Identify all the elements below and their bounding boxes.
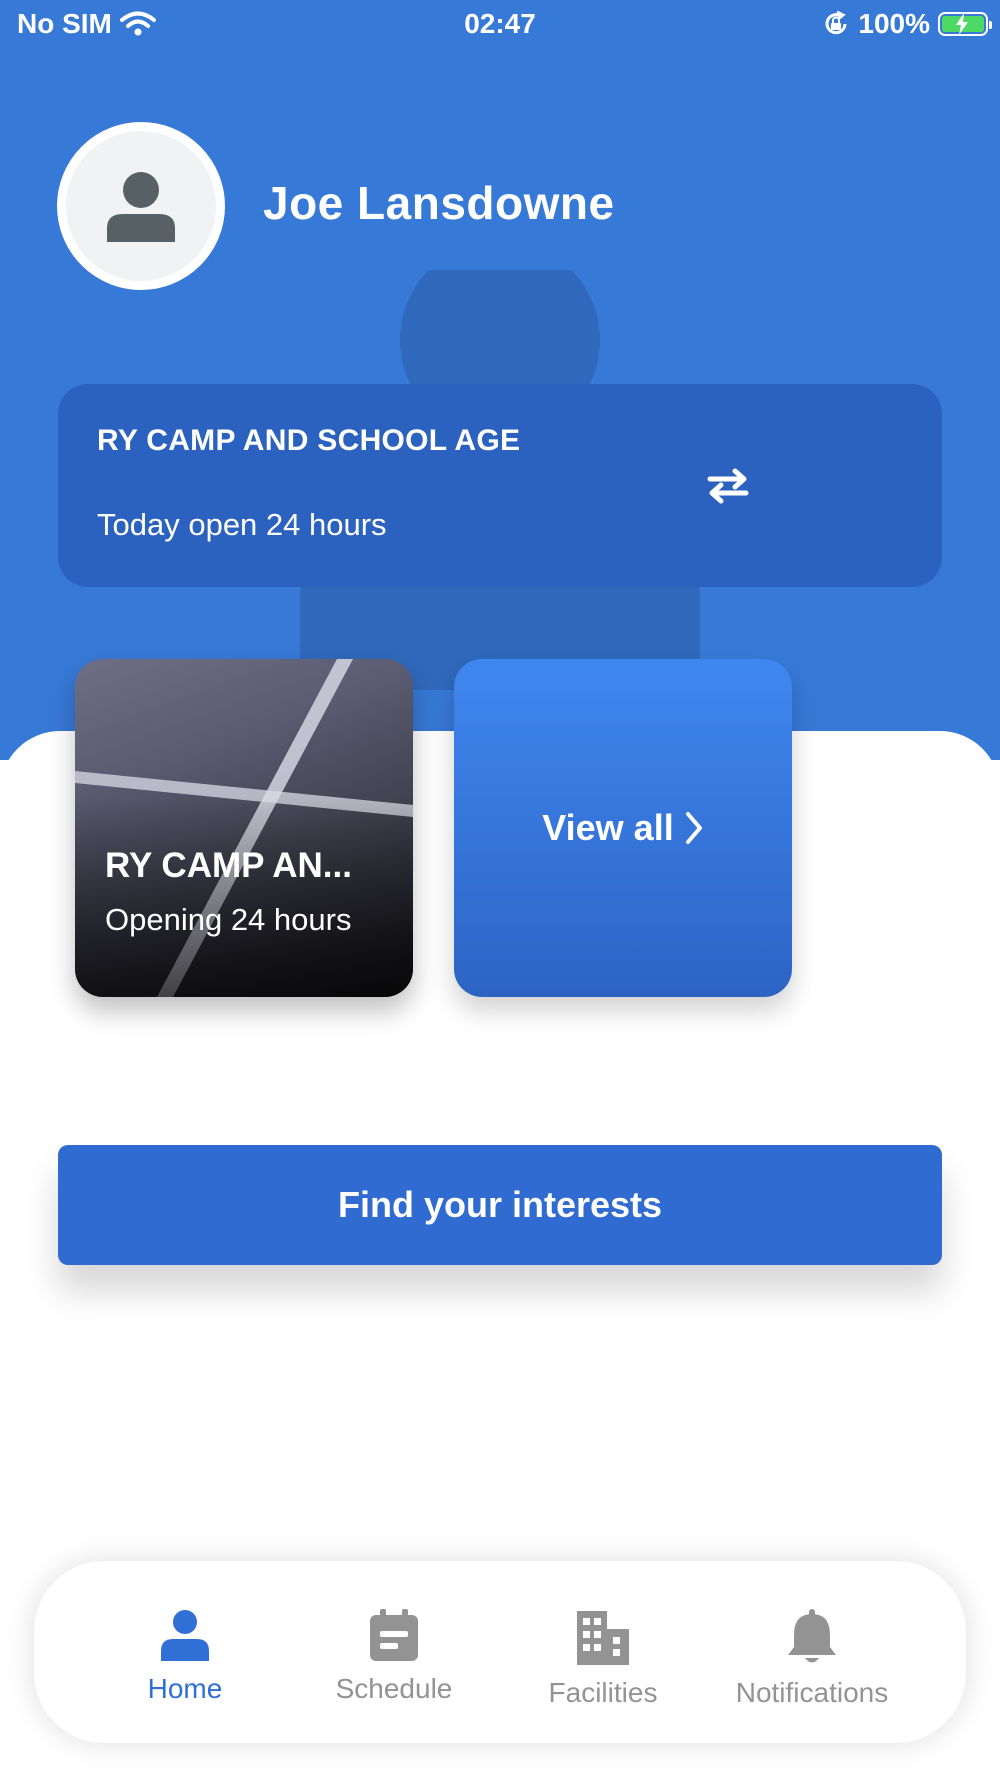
status-bar: No SIM 02:47 100%: [0, 0, 1000, 50]
user-icon: [107, 172, 175, 242]
tab-notifications-label: Notifications: [735, 1677, 889, 1708]
facility-tile[interactable]: RY CAMP AN... Opening 24 hours: [75, 659, 413, 997]
tab-facilities[interactable]: Facilities: [508, 1609, 698, 1719]
chevron-right-icon: [685, 812, 702, 844]
battery-percent: 100%: [858, 8, 930, 39]
tab-schedule-label: Schedule: [335, 1673, 453, 1704]
header-background: [0, 0, 1000, 760]
view-all-button[interactable]: View all: [454, 659, 792, 997]
person-icon: [161, 1610, 209, 1661]
facility-name: RY CAMP AND SCHOOL AGE: [97, 424, 521, 457]
avatar[interactable]: [57, 122, 225, 290]
bell-icon: [788, 1609, 836, 1663]
calendar-icon: [370, 1609, 418, 1661]
tab-home[interactable]: Home: [90, 1609, 280, 1719]
tab-notifications[interactable]: Notifications: [717, 1609, 907, 1719]
tab-facilities-label: Facilities: [548, 1677, 658, 1708]
battery-charging-icon: [938, 12, 992, 36]
find-interests-button[interactable]: Find your interests: [58, 1145, 942, 1265]
building-icon: [577, 1611, 629, 1665]
facility-tile-title: RY CAMP AN...: [105, 846, 352, 885]
view-all-label: View all: [542, 807, 674, 848]
tab-home-label: Home: [147, 1673, 223, 1704]
charging-bolt-icon: [956, 13, 968, 35]
user-name: Joe Lansdowne: [263, 177, 615, 229]
facility-selector-card[interactable]: RY CAMP AND SCHOOL AGE Today open 24 hou…: [58, 384, 942, 587]
tab-schedule[interactable]: Schedule: [299, 1609, 489, 1719]
switch-facility-button[interactable]: [688, 446, 768, 526]
facility-tile-hours: Opening 24 hours: [105, 902, 352, 937]
facility-hours: Today open 24 hours: [97, 507, 387, 542]
orientation-lock-icon: [825, 10, 847, 35]
swap-arrows-icon: [707, 468, 749, 504]
bottom-tab-bar: Home Schedule Facilities Notifications: [34, 1561, 966, 1743]
